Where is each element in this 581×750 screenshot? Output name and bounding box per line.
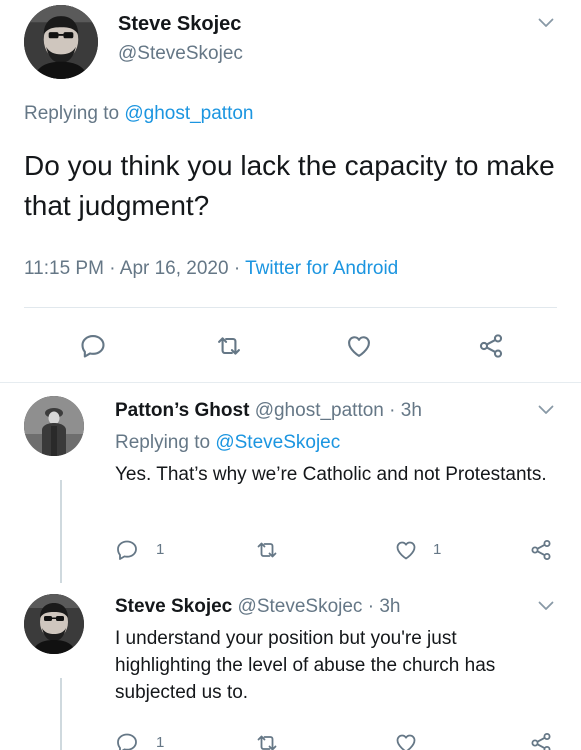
author-handle[interactable]: @SteveSkojec [118,43,243,65]
avatar[interactable] [24,396,84,456]
reply-tweet[interactable]: Steve Skojec @SteveSkojec · 3h I underst… [0,583,581,750]
retweet-icon [215,332,243,360]
reply-tweet[interactable]: Patton’s Ghost @ghost_patton · 3h Replyi… [0,383,581,583]
retweet-button[interactable] [255,731,279,750]
chevron-down-icon[interactable] [538,18,554,28]
heart-icon [394,538,418,562]
tweet-source-link[interactable]: Twitter for Android [245,258,398,279]
retweet-button[interactable] [215,332,243,360]
share-button[interactable] [529,538,553,562]
reply-button[interactable] [115,731,139,750]
speech-bubble-icon [115,538,139,562]
tweet-age[interactable]: 3h [379,596,400,617]
chevron-down-icon[interactable] [538,601,554,611]
avatar[interactable] [24,594,84,654]
tweet-text: I understand your position but you're ju… [115,628,496,703]
thread-line [60,678,62,750]
profile-photo [24,396,84,456]
tweet-date[interactable]: Apr 16, 2020 [120,258,229,279]
meta-separator: · [109,258,116,279]
speech-bubble-icon [79,332,107,360]
like-button[interactable] [394,538,418,562]
replying-handle-link[interactable]: @ghost_patton [124,103,253,124]
chevron-down-icon[interactable] [538,405,554,415]
tweet-text: Yes. That’s why we’re Catholic and not P… [115,464,547,485]
replying-to: Replying to @SteveSkojec [115,432,340,454]
share-button[interactable] [529,731,553,750]
thread-line [60,480,62,583]
profile-photo [24,5,98,79]
heart-icon [345,332,373,360]
share-icon [529,538,553,562]
tweet-time[interactable]: 11:15 PM [24,258,104,279]
replying-prefix: Replying to [24,103,120,124]
share-icon [529,731,553,750]
like-count: 1 [433,541,442,558]
author-handle[interactable]: @ghost_patton [255,400,384,421]
reply-button[interactable] [79,332,107,360]
divider [24,307,557,308]
retweet-icon [255,731,279,750]
meta-separator: · [367,596,375,617]
retweet-button[interactable] [255,538,279,562]
tweet-text: Do you think you lack the capacity to ma… [24,150,555,221]
like-button[interactable] [345,332,373,360]
replying-prefix: Replying to [115,432,211,453]
replying-handle-link[interactable]: @SteveSkojec [215,432,340,453]
author-name[interactable]: Patton’s Ghost [115,400,249,421]
author-name[interactable]: Steve Skojec [118,13,241,36]
speech-bubble-icon [115,731,139,750]
reply-header: Patton’s Ghost @ghost_patton · 3h [115,400,422,422]
like-button[interactable] [394,731,418,750]
reply-count: 1 [156,541,165,558]
tweet-actions [0,320,581,370]
reply-count: 1 [156,734,165,750]
avatar[interactable] [24,5,98,79]
reply-header: Steve Skojec @SteveSkojec · 3h [115,596,400,618]
main-tweet: Steve Skojec @SteveSkojec Replying to @g… [0,0,581,383]
author-handle[interactable]: @SteveSkojec [238,596,363,617]
replying-to: Replying to @ghost_patton [24,103,254,125]
meta-separator: · [389,400,396,421]
profile-photo [24,594,84,654]
author-name[interactable]: Steve Skojec [115,596,232,617]
heart-icon [394,731,418,750]
meta-separator: · [233,258,241,279]
share-icon [477,332,505,360]
tweet-meta: 11:15 PM · Apr 16, 2020 · Twitter for An… [24,258,398,280]
tweet-age[interactable]: 3h [401,400,422,421]
share-button[interactable] [477,332,505,360]
retweet-icon [255,538,279,562]
reply-button[interactable] [115,538,139,562]
